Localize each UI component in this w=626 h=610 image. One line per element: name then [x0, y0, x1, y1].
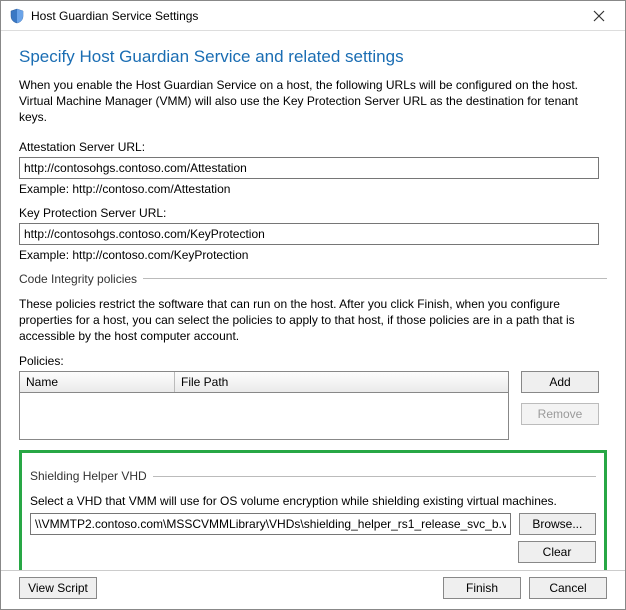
view-script-button[interactable]: View Script — [19, 577, 97, 599]
attestation-input[interactable] — [19, 157, 599, 179]
shielding-path-input[interactable] — [30, 513, 511, 535]
clear-button[interactable]: Clear — [518, 541, 596, 563]
policies-header: Name File Path — [20, 372, 508, 393]
titlebar: Host Guardian Service Settings — [1, 1, 625, 31]
codeintegrity-section: Code Integrity policies — [19, 272, 607, 286]
attestation-label: Attestation Server URL: — [19, 140, 607, 154]
keyprotection-example: Example: http://contoso.com/KeyProtectio… — [19, 248, 607, 262]
finish-button[interactable]: Finish — [443, 577, 521, 599]
dialog-window: Host Guardian Service Settings Specify H… — [0, 0, 626, 610]
footer: View Script Finish Cancel — [1, 570, 625, 609]
close-button[interactable] — [579, 2, 619, 30]
content-area: Specify Host Guardian Service and relate… — [1, 31, 625, 570]
intro-text: When you enable the Host Guardian Servic… — [19, 77, 607, 126]
page-heading: Specify Host Guardian Service and relate… — [19, 47, 607, 67]
codeintegrity-text: These policies restrict the software tha… — [19, 296, 607, 345]
codeintegrity-section-label: Code Integrity policies — [19, 272, 137, 286]
remove-button: Remove — [521, 403, 599, 425]
browse-button[interactable]: Browse... — [519, 513, 596, 535]
policies-label: Policies: — [19, 354, 607, 368]
keyprotection-input[interactable] — [19, 223, 599, 245]
shielding-text: Select a VHD that VMM will use for OS vo… — [30, 493, 596, 509]
shielding-highlight: Shielding Helper VHD Select a VHD that V… — [19, 450, 607, 570]
keyprotection-label: Key Protection Server URL: — [19, 206, 607, 220]
shielding-section-label: Shielding Helper VHD — [30, 469, 147, 483]
attestation-example: Example: http://contoso.com/Attestation — [19, 182, 607, 196]
policies-table: Name File Path — [19, 371, 509, 440]
policies-body[interactable] — [20, 393, 508, 439]
window-title: Host Guardian Service Settings — [31, 9, 198, 23]
cancel-button[interactable]: Cancel — [529, 577, 607, 599]
policies-col-path[interactable]: File Path — [175, 372, 508, 392]
shield-icon — [9, 8, 25, 24]
add-button[interactable]: Add — [521, 371, 599, 393]
shielding-section: Shielding Helper VHD — [30, 469, 596, 483]
policies-col-name[interactable]: Name — [20, 372, 175, 392]
